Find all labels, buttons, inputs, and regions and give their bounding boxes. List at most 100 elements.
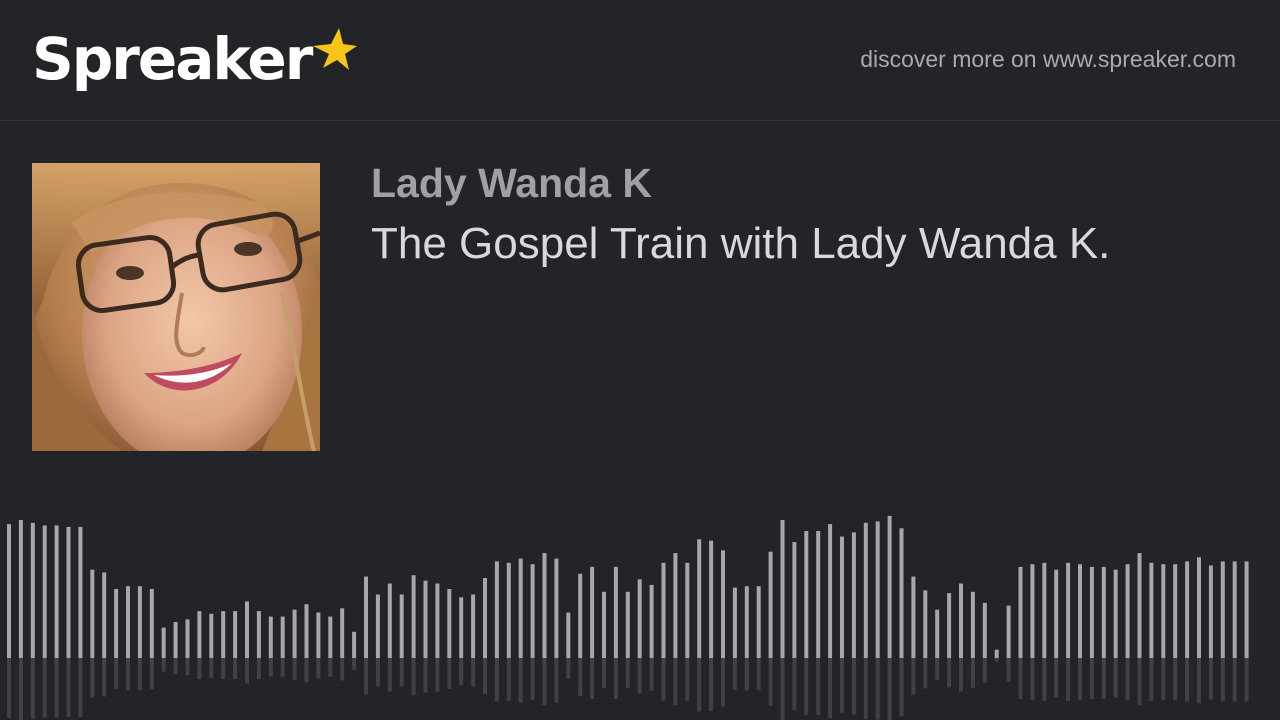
waveform-bar xyxy=(280,616,285,658)
waveform-bar-reflection xyxy=(1018,658,1023,699)
waveform-bar-reflection xyxy=(137,658,142,691)
waveform-bar xyxy=(328,616,333,658)
waveform-bar-reflection xyxy=(1197,658,1201,704)
waveform-bar-reflection xyxy=(328,658,333,677)
waveform-bar-reflection xyxy=(732,658,737,690)
waveform-graphic[interactable] xyxy=(0,500,1280,720)
waveform-bar-reflection xyxy=(792,658,797,711)
waveform-bar xyxy=(709,540,714,658)
waveform-bar xyxy=(994,649,999,658)
waveform-bar-reflection xyxy=(18,658,23,720)
waveform-bar-reflection xyxy=(542,658,547,706)
waveform-bar xyxy=(756,586,761,658)
waveform-bar-reflection xyxy=(1220,658,1225,702)
waveform-bar xyxy=(173,622,178,658)
waveform-bar-reflection xyxy=(161,658,166,672)
waveform-bar xyxy=(602,591,606,658)
waveform-bar-reflection xyxy=(209,658,214,678)
waveform-bar-reflection xyxy=(959,658,963,692)
waveform-bar-reflection xyxy=(1054,658,1059,698)
waveform-bar xyxy=(256,611,261,658)
waveform-bar xyxy=(1030,564,1035,658)
waveform-bar-reflection xyxy=(1089,658,1094,699)
waveform-bar xyxy=(732,587,737,658)
waveform-bar xyxy=(137,586,142,658)
waveform-bar-reflection xyxy=(863,658,868,719)
waveform-bar xyxy=(554,558,559,658)
waveform-bar xyxy=(90,569,95,658)
episode-title[interactable]: The Gospel Train with Lady Wanda K. xyxy=(371,219,1110,269)
discover-more-link[interactable]: discover more on www.spreaker.com xyxy=(860,46,1236,73)
waveform-bar-reflection xyxy=(185,658,190,676)
waveform-bar xyxy=(697,539,702,658)
waveform-bar xyxy=(233,611,238,658)
waveform-bar xyxy=(1173,564,1178,658)
waveform-bar-reflection xyxy=(471,658,476,687)
waveform-bar-reflection xyxy=(518,658,523,703)
spreaker-logo[interactable]: Spreaker xyxy=(32,26,358,96)
waveform-bar-reflection xyxy=(102,658,107,697)
waveform-bar xyxy=(459,597,464,658)
waveform-bar xyxy=(1197,557,1201,658)
waveform-bar xyxy=(387,583,392,658)
waveform-bar xyxy=(816,531,821,658)
waveform-bar-reflection xyxy=(411,658,416,696)
waveform-bar xyxy=(340,608,345,658)
waveform-bar-reflection xyxy=(1185,658,1190,702)
waveform-bar-reflection xyxy=(685,658,690,701)
waveform-bar-reflection xyxy=(375,658,380,687)
podcast-author[interactable]: Lady Wanda K xyxy=(371,160,652,207)
waveform-bar-reflection xyxy=(126,658,130,691)
waveform-bar-reflection xyxy=(316,658,321,679)
waveform-bar-reflection xyxy=(197,658,202,680)
waveform-bar xyxy=(1161,564,1166,658)
waveform-bar xyxy=(804,531,809,658)
waveform-bar-reflection xyxy=(256,658,261,680)
waveform-bar-reflection xyxy=(114,658,119,690)
waveform-bar xyxy=(1232,561,1237,658)
audio-waveform[interactable] xyxy=(0,500,1280,720)
waveform-bar xyxy=(613,566,618,658)
waveform-bar xyxy=(1054,569,1059,658)
waveform-bar-reflection xyxy=(935,658,940,680)
waveform-bar xyxy=(518,558,523,658)
waveform-bar-reflection xyxy=(364,658,368,695)
waveform-bar xyxy=(792,542,797,658)
waveform-bar xyxy=(935,609,940,658)
waveform-bar-reflection xyxy=(1078,658,1082,701)
waveform-bar xyxy=(364,576,368,658)
waveform-bar-reflection xyxy=(887,658,892,720)
waveform-bar xyxy=(863,522,868,658)
waveform-bar-reflection xyxy=(1113,658,1118,698)
waveform-bar-reflection xyxy=(756,658,761,691)
waveform-bar-reflection xyxy=(292,658,297,680)
waveform-bar xyxy=(1185,561,1190,658)
waveform-bar xyxy=(102,572,107,658)
waveform-bar xyxy=(423,580,428,658)
waveform-bar xyxy=(566,612,571,658)
waveform-bar-reflection xyxy=(566,658,571,679)
waveform-bar xyxy=(399,594,404,658)
waveform-bar-reflection xyxy=(625,658,630,688)
waveform-bar-reflection xyxy=(899,658,904,717)
waveform-bar-reflection xyxy=(709,658,714,711)
waveform-bar-reflection xyxy=(90,658,95,698)
waveform-bar xyxy=(530,564,535,658)
waveform-bar-reflection xyxy=(530,658,535,701)
waveform-bar xyxy=(18,520,23,658)
waveform-bar xyxy=(506,562,511,658)
waveform-bar xyxy=(911,576,916,658)
waveform-bar xyxy=(1220,561,1225,658)
waveform-bar-reflection xyxy=(1006,658,1011,682)
waveform-bar xyxy=(828,524,833,658)
waveform-bar xyxy=(1137,553,1142,658)
waveform-bar-reflection xyxy=(923,658,928,689)
waveform-bar xyxy=(947,593,952,658)
waveform-bar xyxy=(471,594,476,658)
waveform-bar xyxy=(923,590,928,658)
waveform-bar-reflection xyxy=(1149,658,1154,701)
waveform-bar xyxy=(661,562,666,658)
waveform-bar-reflection xyxy=(1066,658,1071,701)
waveform-bar xyxy=(1149,562,1154,658)
waveform-bar xyxy=(899,528,904,658)
